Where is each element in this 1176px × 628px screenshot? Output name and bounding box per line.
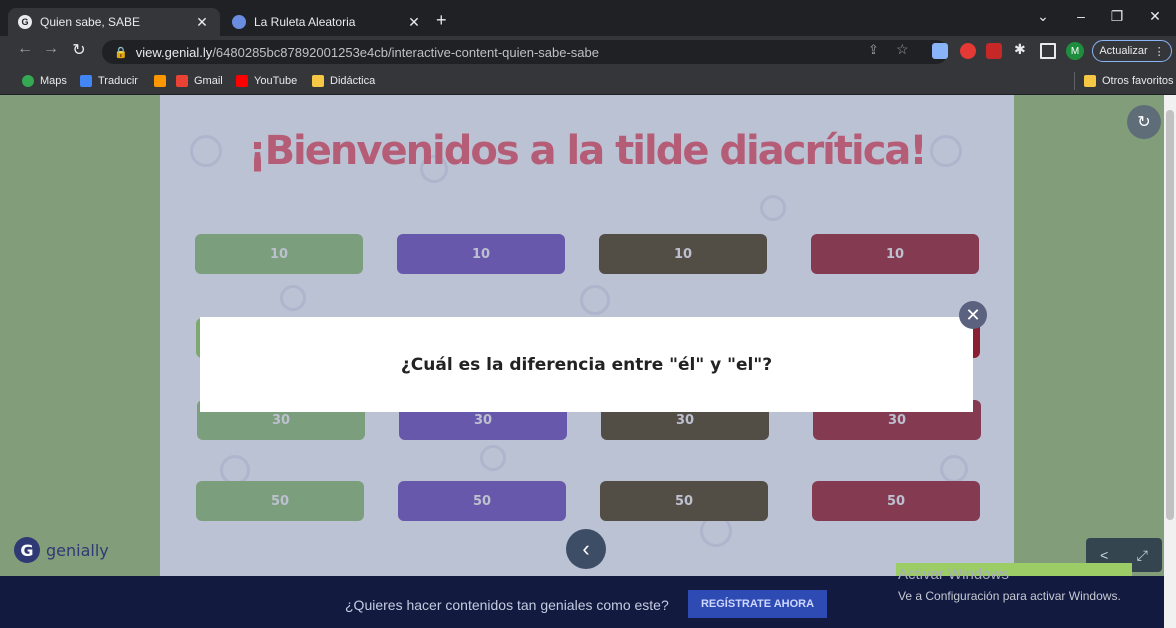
wheel-favicon-icon [232,15,246,29]
fullscreen-icon[interactable]: ⤢ [1137,547,1148,564]
bookmark-traducir[interactable]: Traducir [80,72,138,90]
side-panel-icon[interactable] [1040,43,1056,59]
close-tab-icon[interactable]: ✕ [194,14,210,31]
bookmark-label: Maps [40,75,67,87]
forward-arrow-icon[interactable]: → [40,40,62,58]
bookmark-otros-favoritos[interactable]: Otros favoritos [1084,72,1174,90]
address-bar[interactable]: 🔒 view.genial.ly /6480285bc87892001253e4… [102,40,948,64]
restore-icon[interactable]: ❐ [1100,8,1134,25]
bookmark-youtube[interactable]: YouTube [236,72,297,90]
previous-page-button[interactable]: ‹ [566,529,606,569]
folder-icon [312,75,324,87]
adblock-extension-icon[interactable] [960,43,976,59]
bookmark-gmail[interactable]: Gmail [176,72,223,90]
scrollbar-thumb[interactable] [1166,110,1174,520]
tab-search-icon[interactable]: ⌄ [1026,8,1060,25]
minimize-icon[interactable]: – [1064,8,1098,24]
bookmark-label: Gmail [194,75,223,87]
share-icon[interactable]: < [1100,547,1108,563]
question-text: ¿Cuál es la diferencia entre "él" y "el"… [400,354,773,375]
bookmark-label: YouTube [254,75,298,87]
translate-icon [80,75,92,87]
genially-logo[interactable]: G genially [14,536,109,564]
logo-text: genially [46,540,109,560]
bookmark-label: Didáctica [330,75,376,87]
menu-kebab-icon: ⋮ [1153,45,1165,58]
bookmark-star-icon[interactable]: ☆ [896,41,909,58]
lock-icon: 🔒 [114,46,128,59]
tab-quien-sabe[interactable]: G Quien sabe, SABE ✕ [8,8,220,36]
bookmarks-divider [1074,72,1075,90]
gmail-icon [176,75,188,87]
reload-icon[interactable]: ↻ [68,40,90,60]
docs-extension-icon[interactable] [932,43,948,59]
register-button[interactable]: REGÍSTRATE AHORA [688,590,827,618]
folder-icon [1084,75,1096,87]
windows-activation-title: Activar Windows [898,566,1009,583]
bookmark-favicon-icon [154,75,166,87]
url-host: view.genial.ly [135,44,213,60]
tp-extension-icon[interactable] [986,43,1002,59]
genially-g-icon: G [14,537,40,563]
back-arrow-icon[interactable]: ← [14,40,36,58]
youtube-icon [236,75,248,87]
extensions-puzzle-icon[interactable]: ✱ [1014,41,1026,58]
tab-title: La Ruleta Aleatoria [254,15,356,29]
tab-title: Quien sabe, SABE [40,15,141,29]
url-path: /6480285bc87892001253e4cb/interactive-co… [212,44,599,60]
update-chrome-button[interactable]: Actualizar ⋮ [1092,40,1172,62]
window-close-icon[interactable]: ✕ [1138,8,1172,25]
question-modal: ¿Cuál es la diferencia entre "él" y "el"… [200,317,973,412]
profile-avatar[interactable]: M [1066,42,1084,60]
bookmark-label: Otros favoritos [1102,75,1174,87]
new-tab-button[interactable]: + [436,10,447,31]
bookmark-maps[interactable]: Maps [22,72,67,90]
chevron-left-icon: ‹ [582,536,590,561]
restart-button[interactable]: ↻ [1127,105,1161,139]
close-tab-icon[interactable]: ✕ [406,14,422,31]
bookmark-unnamed[interactable] [154,72,172,90]
banner-text: ¿Quieres hacer contenidos tan geniales c… [345,597,669,613]
genially-favicon-icon: G [18,15,32,29]
windows-activation-subtitle: Ve a Configuración para activar Windows. [898,589,1121,603]
update-label: Actualizar [1099,45,1148,57]
tab-la-ruleta[interactable]: La Ruleta Aleatoria ✕ [222,8,432,36]
modal-close-button[interactable]: ✕ [959,301,987,329]
bookmark-label: Traducir [98,75,138,87]
refresh-hand-icon: ↻ [1137,114,1151,131]
maps-pin-icon [22,75,34,87]
share-page-icon[interactable]: ⇪ [868,42,879,58]
bookmark-didactica[interactable]: Didáctica [312,72,375,90]
